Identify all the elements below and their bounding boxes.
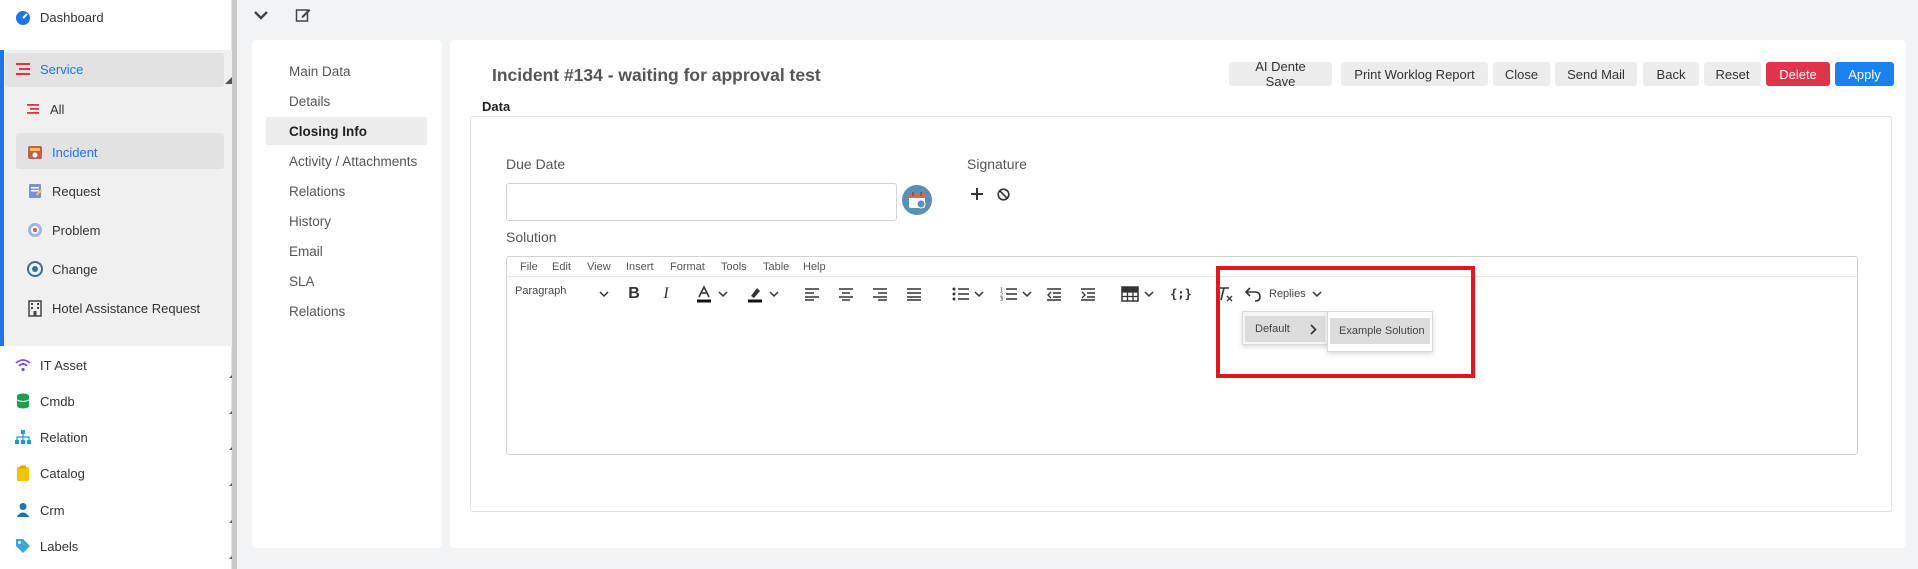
edit-button[interactable] (291, 4, 315, 26)
add-signature-button[interactable] (969, 186, 985, 202)
editor-menubar: File Edit View Insert Format Tools Table… (507, 257, 1857, 277)
plus-icon (971, 188, 983, 200)
reset-button[interactable]: Reset (1704, 62, 1761, 86)
back-button[interactable]: Back (1643, 62, 1699, 86)
outdent-icon[interactable] (1045, 283, 1063, 305)
list-icon (14, 60, 32, 78)
request-icon (26, 182, 44, 200)
calendar-icon (909, 192, 926, 209)
menu-tools[interactable]: Tools (721, 261, 747, 273)
hotel-building-icon (26, 299, 44, 317)
change-gear-icon (26, 260, 44, 278)
nav-sla[interactable]: SLA (252, 267, 427, 295)
wifi-icon (14, 356, 32, 374)
page-title: Incident #134 - waiting for approval tes… (492, 65, 821, 85)
sidebar-item-request[interactable]: Request (26, 182, 258, 200)
sidebar-item-crm[interactable]: Crm (14, 501, 246, 523)
table-chevron-icon[interactable] (1143, 283, 1155, 305)
nav-relations-2[interactable]: Relations (252, 297, 427, 325)
menu-edit[interactable]: Edit (552, 261, 571, 273)
paragraph-chevron-icon[interactable] (597, 283, 611, 305)
menu-insert[interactable]: Insert (626, 261, 654, 273)
record-nav-panel: Main Data Details Closing Info Activity … (252, 40, 442, 548)
close-button[interactable]: Close (1493, 62, 1550, 86)
edit-icon (295, 9, 311, 22)
menu-help[interactable]: Help (803, 261, 826, 273)
numbered-list-chevron-icon[interactable] (1021, 283, 1033, 305)
sidebar-item-change[interactable]: Change (26, 260, 258, 278)
bullet-list-icon[interactable] (951, 283, 971, 305)
incident-icon (26, 143, 44, 161)
solution-label: Solution (506, 229, 557, 245)
align-left-icon[interactable] (803, 283, 821, 305)
nav-details[interactable]: Details (252, 87, 427, 115)
due-date-input[interactable] (506, 183, 897, 221)
collapse-button[interactable] (249, 4, 273, 26)
table-icon[interactable] (1120, 283, 1140, 305)
print-worklog-report-button[interactable]: Print Worklog Report (1341, 62, 1488, 86)
italic-icon[interactable]: I (659, 283, 673, 305)
bold-icon[interactable]: B (625, 283, 643, 305)
sidebar-item-catalog[interactable]: Catalog (14, 464, 246, 486)
solution-editor[interactable]: File Edit View Insert Format Tools Table… (506, 256, 1858, 455)
paragraph-select[interactable]: Paragraph (515, 285, 566, 297)
menu-file[interactable]: File (520, 261, 538, 273)
align-justify-icon[interactable] (905, 283, 923, 305)
sidebar-scrollbar[interactable] (232, 0, 237, 569)
problem-icon (26, 221, 44, 239)
ai-dente-save-button[interactable]: AI Dente Save (1229, 59, 1332, 89)
chevron-down-icon (254, 11, 268, 20)
sidebar-item-cmdb[interactable]: Cmdb (14, 392, 246, 414)
align-right-icon[interactable] (871, 283, 889, 305)
database-icon (14, 392, 32, 410)
send-mail-button[interactable]: Send Mail (1555, 62, 1637, 86)
text-color-icon[interactable] (694, 283, 714, 305)
calendar-button[interactable] (902, 185, 932, 215)
menu-view[interactable]: View (587, 261, 611, 273)
expand-triangle-icon (225, 77, 232, 84)
numbered-list-icon[interactable]: 123 (999, 283, 1019, 305)
section-title-data: Data (482, 99, 511, 114)
nav-main-data[interactable]: Main Data (252, 57, 427, 85)
clear-signature-button[interactable] (995, 186, 1011, 202)
clipboard-icon (14, 464, 32, 482)
highlight-chevron-icon[interactable] (768, 283, 780, 305)
sidebar-item-dashboard[interactable]: Dashboard (14, 8, 246, 26)
list-icon (24, 100, 42, 118)
sidebar-item-relation[interactable]: Relation (14, 428, 246, 450)
due-date-label: Due Date (506, 156, 566, 172)
sidebar-item-labels[interactable]: Labels (14, 537, 246, 559)
svg-text:3: 3 (1000, 297, 1003, 301)
align-center-icon[interactable] (837, 283, 855, 305)
sidebar-item-hotel-assistance-request[interactable]: Hotel Assistance Request (26, 299, 258, 317)
sidebar-item-problem[interactable]: Problem (26, 221, 258, 239)
highlight-color-icon[interactable] (745, 283, 765, 305)
text-color-chevron-icon[interactable] (717, 283, 729, 305)
dashboard-icon (14, 8, 32, 26)
user-icon (14, 501, 32, 519)
nav-email[interactable]: Email (252, 237, 427, 265)
sidebar-item-it-asset[interactable]: IT Asset (14, 356, 246, 378)
signature-label: Signature (967, 156, 1027, 172)
highlight-box (1216, 266, 1475, 378)
ban-icon (996, 187, 1010, 201)
sidebar: Dashboard Service All Incident Request P… (0, 0, 236, 569)
indent-icon[interactable] (1079, 283, 1097, 305)
apply-button[interactable]: Apply (1835, 62, 1894, 86)
nav-closing-info[interactable]: Closing Info (266, 117, 427, 145)
sidebar-item-all[interactable]: All (24, 100, 256, 118)
sitemap-icon (14, 428, 32, 446)
code-sample-icon[interactable]: {;} (1170, 283, 1192, 305)
menu-table[interactable]: Table (763, 261, 789, 273)
tag-icon (14, 537, 32, 555)
sidebar-item-incident[interactable]: Incident (26, 143, 258, 161)
delete-button[interactable]: Delete (1766, 62, 1830, 86)
bullet-list-chevron-icon[interactable] (973, 283, 985, 305)
nav-relations[interactable]: Relations (252, 177, 427, 205)
menu-format[interactable]: Format (670, 261, 705, 273)
sidebar-item-service[interactable]: Service (14, 60, 246, 84)
nav-history[interactable]: History (252, 207, 427, 235)
nav-activity-attachments[interactable]: Activity / Attachments (252, 147, 427, 175)
